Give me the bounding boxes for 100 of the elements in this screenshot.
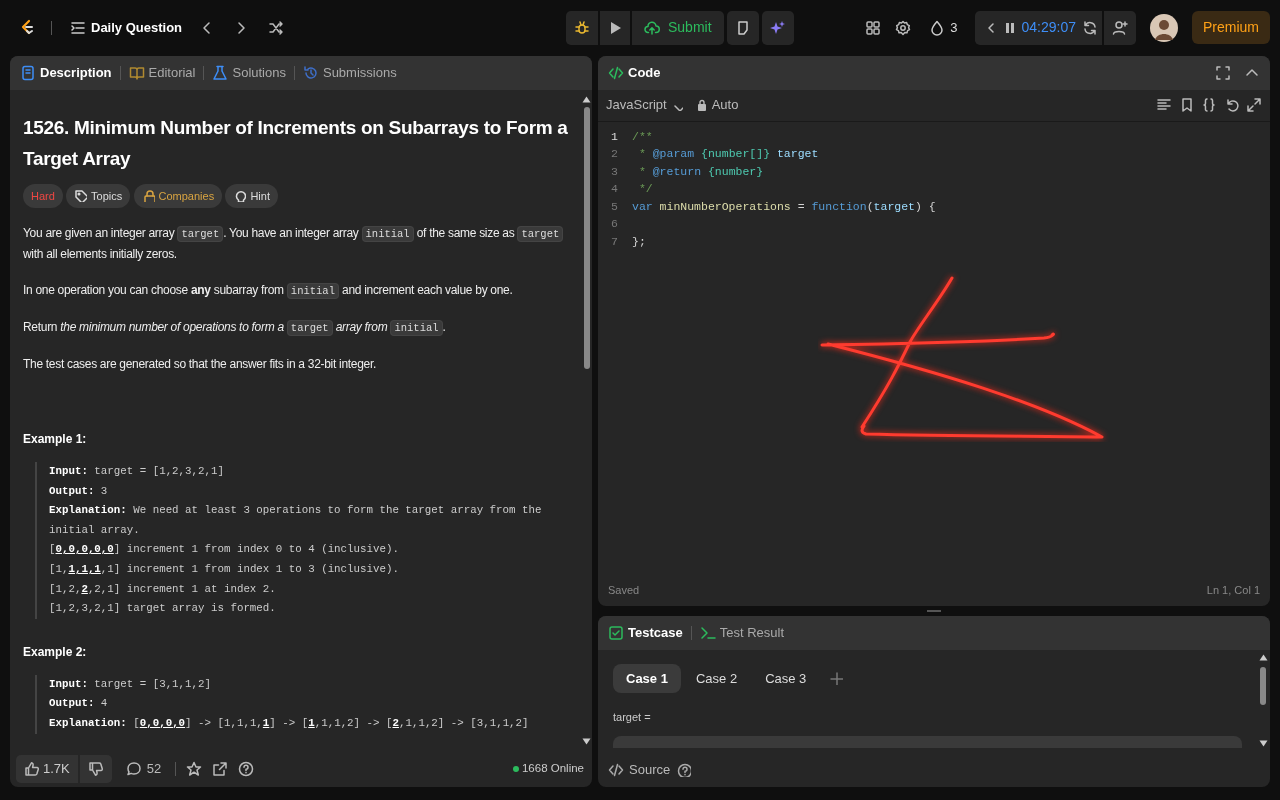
star-icon[interactable] xyxy=(186,761,203,777)
fullscreen-icon[interactable] xyxy=(1215,64,1231,81)
problem-title: 1526. Minimum Number of Increments on Subarrays to Form a Target Array xyxy=(23,115,569,171)
help-icon[interactable] xyxy=(238,761,255,777)
streak-counter[interactable]: 3 xyxy=(925,14,962,42)
braces-icon[interactable] xyxy=(1201,97,1217,113)
case-tab[interactable]: Case 1 xyxy=(613,663,681,693)
pause-icon[interactable] xyxy=(1005,21,1016,34)
help-icon[interactable] xyxy=(676,763,691,777)
share-icon[interactable] xyxy=(212,761,229,777)
scrollbar-thumb[interactable] xyxy=(583,106,590,369)
layout-icon[interactable] xyxy=(865,19,882,36)
resize-handle[interactable] xyxy=(927,609,941,612)
code-icon xyxy=(608,762,624,778)
notes-button[interactable] xyxy=(726,10,759,45)
case-tab[interactable]: Case 3 xyxy=(752,663,820,693)
panel-tab[interactable]: Solutions xyxy=(212,62,286,83)
case-tab[interactable]: Case 2 xyxy=(682,663,751,693)
thumbs-down-icon xyxy=(87,761,104,777)
submit-button[interactable]: Submit xyxy=(632,10,724,45)
add-friend-button[interactable] xyxy=(1104,10,1136,45)
flask-icon xyxy=(212,64,229,81)
example-line: Output: 3 xyxy=(49,483,109,499)
code-line: * @param {number[]} target xyxy=(637,146,819,163)
user-plus-icon xyxy=(1112,19,1128,36)
terminal-icon xyxy=(699,624,716,641)
settings-icon[interactable] xyxy=(895,19,912,36)
example-title: Example 2: xyxy=(23,643,88,661)
add-case-icon[interactable] xyxy=(829,671,844,686)
save-status: Saved xyxy=(608,583,640,599)
comments-button[interactable]: 52 xyxy=(121,755,166,783)
ai-button[interactable] xyxy=(762,10,795,45)
checkbox-icon xyxy=(608,624,624,641)
example-line: Explanation: [0,0,0,0] -> [1,1,1,1] -> [1,1,1,2] -> [2,1,1,2] -> [3,1,1,2] xyxy=(49,715,530,731)
panel-tab[interactable]: Editorial xyxy=(128,62,196,83)
example-line: Explanation: We need at least 3 operations to form the target array from the initial array. xyxy=(49,503,543,538)
reset-icon[interactable] xyxy=(1082,19,1098,36)
example-line: Input: target = [1,2,3,2,1] xyxy=(49,464,225,479)
like-button[interactable]: 1.7K xyxy=(16,755,78,783)
description-paragraph: The test cases are generated so that the answer fits in a 32-bit integer. xyxy=(23,356,377,373)
dislike-button[interactable] xyxy=(79,755,112,783)
code-line: /** xyxy=(632,128,653,145)
example-line: [1,1,1,1,1] increment 1 from index 1 to 3 (inclusive). xyxy=(49,561,400,577)
panel-tab[interactable]: Description xyxy=(20,62,112,83)
tag-icon xyxy=(74,189,88,203)
line-number: 1 xyxy=(610,128,619,145)
companies-button[interactable]: Companies xyxy=(133,183,223,208)
shuffle-icon[interactable] xyxy=(267,19,284,36)
example-title: Example 1: xyxy=(23,431,88,448)
history-icon xyxy=(302,64,319,81)
list-icon xyxy=(70,19,86,36)
scroll-up-icon[interactable] xyxy=(582,95,591,103)
cloud-upload-icon xyxy=(644,19,662,36)
scroll-down-icon[interactable] xyxy=(582,738,591,745)
hint-button[interactable]: Hint xyxy=(225,183,278,208)
scroll-down-icon[interactable] xyxy=(1258,740,1268,747)
lock-icon xyxy=(696,99,707,111)
source-button[interactable]: Source xyxy=(608,760,671,780)
language-dropdown[interactable]: JavaScript xyxy=(606,95,683,115)
timer-text: 04:29:07 xyxy=(1021,18,1076,38)
line-number: 6 xyxy=(610,216,619,233)
example-line: Output: 4 xyxy=(49,696,109,712)
topics-button[interactable]: Topics xyxy=(66,183,131,208)
comment-icon xyxy=(125,761,142,777)
bug-icon xyxy=(574,19,590,36)
line-number: 7 xyxy=(610,234,619,251)
line-number: 4 xyxy=(610,181,619,198)
description-paragraph: In one operation you can choose any subarray from initial and increment each value by one. xyxy=(23,282,514,301)
lock-icon xyxy=(141,189,155,203)
online-count: 1668 Online xyxy=(521,761,584,777)
premium-button[interactable]: Premium xyxy=(1192,11,1270,45)
panel-tab[interactable]: Test Result xyxy=(699,622,784,643)
cursor-position: Ln 1, Col 1 xyxy=(1206,583,1260,599)
example-line: [0,0,0,0,0] increment 1 from index 0 to 4 (inclusive). xyxy=(49,542,400,558)
panel-tab[interactable]: Code xyxy=(608,62,661,83)
param-label: target = xyxy=(613,710,652,725)
lightbulb-icon xyxy=(233,189,247,203)
problem-list-button[interactable]: Daily Question xyxy=(66,14,187,42)
panel-tab[interactable]: Testcase xyxy=(608,622,683,643)
format-icon[interactable] xyxy=(1156,97,1172,113)
thumbs-up-icon xyxy=(24,761,40,777)
avatar[interactable] xyxy=(1150,13,1178,42)
play-icon xyxy=(608,20,622,35)
line-number: 3 xyxy=(610,163,619,180)
example-line: [1,2,2,2,1] increment 1 at index 2. xyxy=(49,581,277,597)
auto-mode-toggle[interactable]: Auto xyxy=(696,95,739,115)
sparkle-icon xyxy=(770,19,787,36)
run-button[interactable] xyxy=(600,10,630,45)
description-paragraph: You are given an integer array target . You have an integer array initial of the same size as target with all elements initially zeros. xyxy=(23,223,569,264)
code-line: * @return {number} xyxy=(637,163,764,180)
scroll-up-icon[interactable] xyxy=(1258,653,1268,661)
panel-tab[interactable]: Submissions xyxy=(302,62,397,83)
document-icon xyxy=(20,64,36,81)
scrollbar-thumb[interactable] xyxy=(1260,666,1266,705)
code-line: var minNumberOperations = function(target) { xyxy=(632,198,936,215)
description-paragraph: Return the minimum number of operations to form a target array from initial . xyxy=(23,319,447,338)
debug-button[interactable] xyxy=(566,10,598,45)
expand-icon[interactable] xyxy=(1246,97,1262,113)
line-number: 2 xyxy=(610,146,619,163)
code-line: }; xyxy=(632,234,646,251)
